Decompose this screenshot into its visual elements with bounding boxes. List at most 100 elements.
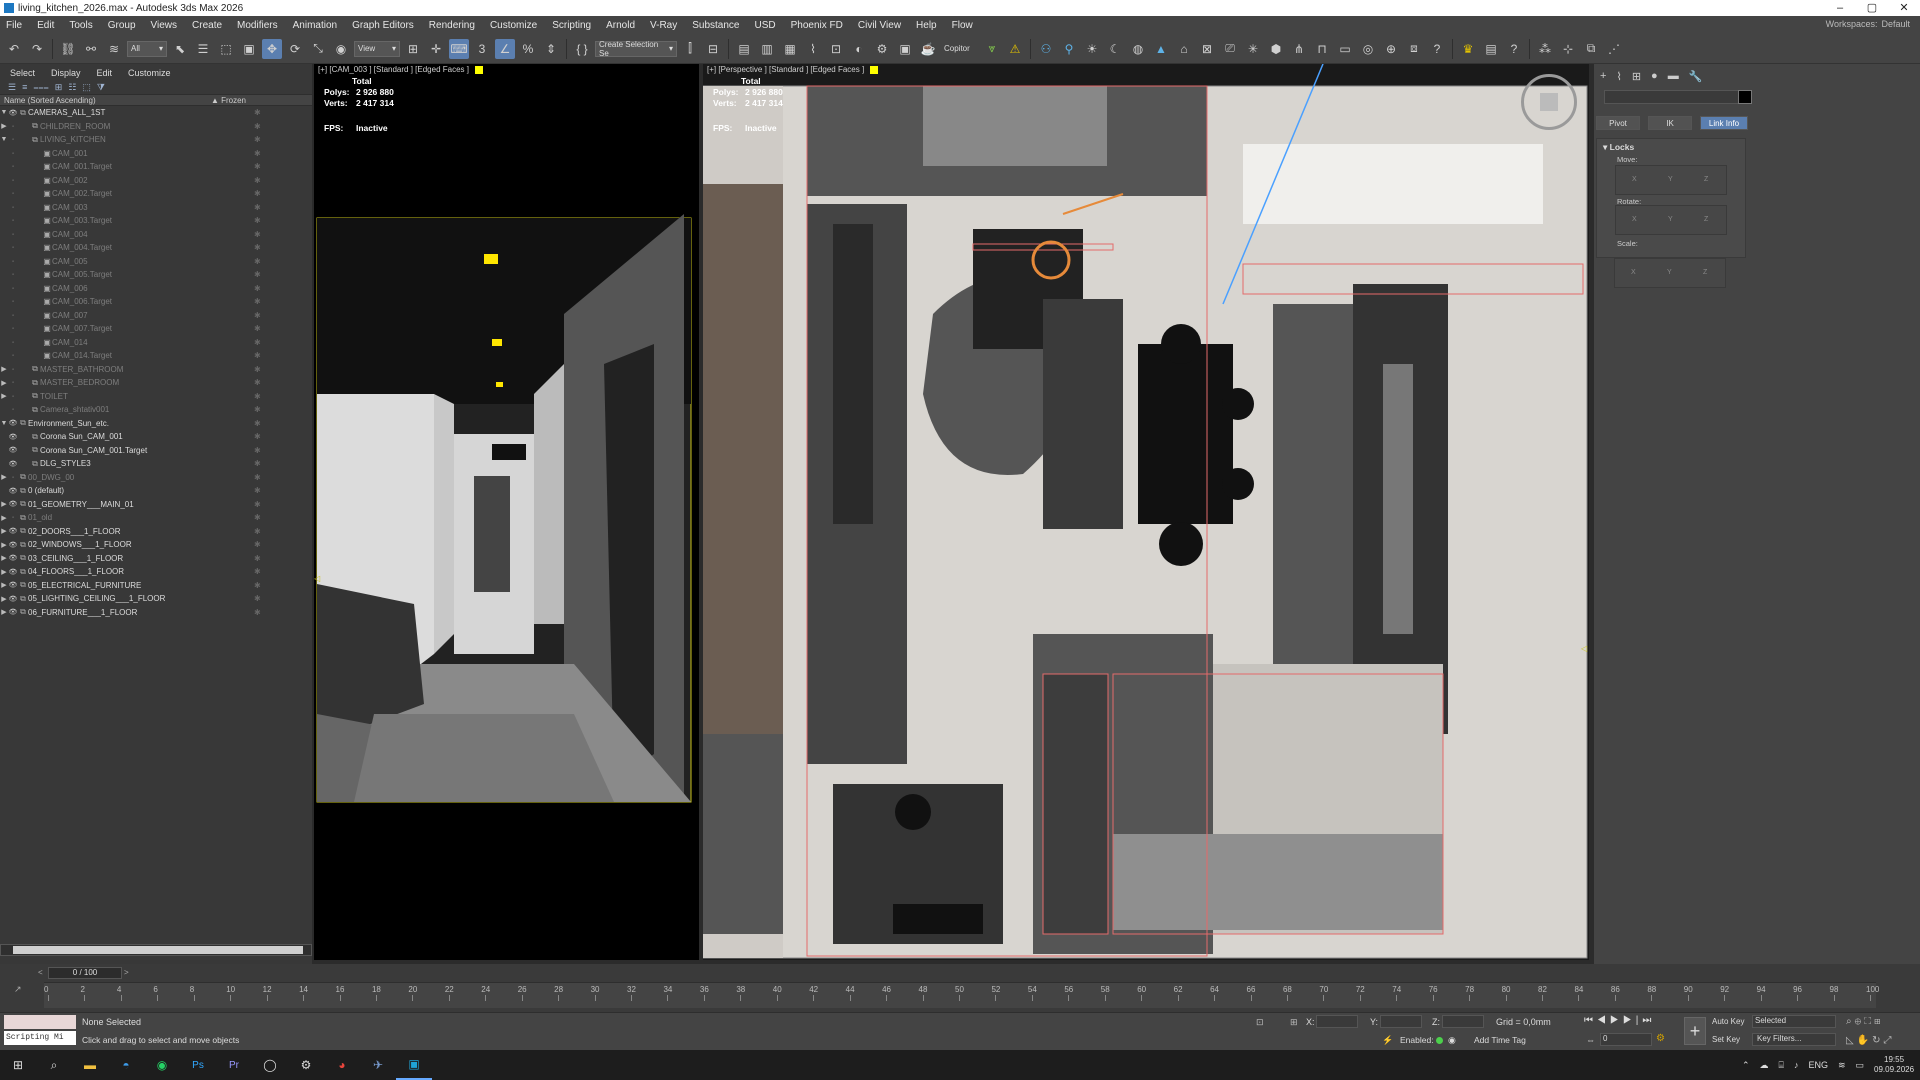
cloud-icon[interactable]: ☁ — [1760, 1060, 1769, 1071]
snap-3d-icon[interactable]: 3 — [472, 39, 492, 59]
layer-row[interactable]: ▶ · ⧉ CHILDREN_ROOM ✱ — [0, 120, 312, 134]
freeze-toggle-icon[interactable]: ✱ — [254, 567, 261, 576]
visibility-eye-icon[interactable]: 👁 — [8, 568, 18, 576]
freeze-toggle-icon[interactable]: ✱ — [254, 594, 261, 603]
layer-explorer-icon[interactable]: ▥ — [757, 39, 777, 59]
freeze-toggle-icon[interactable]: ✱ — [254, 405, 261, 414]
maxscript-mini-listener[interactable]: Scripting Mi — [4, 1031, 76, 1045]
viewcube-icon[interactable] — [1540, 93, 1558, 111]
hidden-icon[interactable]: · — [8, 190, 18, 197]
select-move-icon[interactable]: ✥ — [262, 38, 282, 59]
hierarchy-tab-icon[interactable]: ⊞ — [1632, 70, 1641, 83]
layer-row[interactable]: ▶ · ⧉ TOILET ✱ — [0, 390, 312, 404]
name-column-header[interactable]: Name (Sorted Ascending) — [4, 96, 96, 105]
explorer-tab-display[interactable]: Display — [51, 68, 81, 78]
premiere-icon[interactable]: Pr — [216, 1050, 252, 1080]
maximize-button[interactable]: ▢ — [1856, 0, 1888, 16]
freeze-toggle-icon[interactable]: ✱ — [254, 230, 261, 239]
move-lock-z[interactable]: Z — [1704, 176, 1708, 183]
viewport-perspective-label[interactable]: [+] [Perspective ] [Standard ] [Edged Fa… — [707, 65, 879, 74]
freeze-toggle-icon[interactable]: ✱ — [254, 513, 261, 522]
expand-arrow-icon[interactable]: ▶ — [0, 554, 8, 562]
vray-tools-icon[interactable]: ⚇ — [1036, 39, 1056, 59]
expand-arrow-icon[interactable]: ▼ — [0, 136, 8, 143]
freeze-toggle-icon[interactable]: ✱ — [254, 122, 261, 131]
ik-button[interactable]: IK — [1648, 116, 1692, 130]
freeze-toggle-icon[interactable]: ✱ — [254, 473, 261, 482]
prev-frame-icon[interactable]: ◀ — [1597, 1015, 1610, 1026]
language-indicator[interactable]: ENG — [1808, 1060, 1828, 1070]
expand-arrow-icon[interactable]: ▶ — [0, 122, 8, 130]
whatsapp-icon[interactable]: ◉ — [144, 1050, 180, 1080]
expand-arrow-icon[interactable]: ▶ — [0, 500, 8, 508]
spinner-snap-icon[interactable]: ⇕ — [541, 39, 561, 59]
hidden-icon[interactable]: · — [8, 298, 18, 305]
3ds-max-taskbar-icon[interactable]: ▣ — [396, 1050, 432, 1080]
workspaces[interactable]: Workspaces: Default — [1826, 19, 1910, 29]
freeze-toggle-icon[interactable]: ✱ — [254, 419, 261, 428]
go-to-end-icon[interactable]: ⏭ — [1642, 1015, 1655, 1026]
visibility-eye-icon[interactable]: 👁 — [8, 595, 18, 603]
visibility-eye-icon[interactable]: 👁 — [8, 581, 18, 589]
expand-arrow-icon[interactable]: ▼ — [0, 420, 8, 427]
vray-scatter-icon[interactable]: ✳ — [1243, 39, 1263, 59]
viewport-camera[interactable]: [+] [CAM_003 ] [Standard ] [Edged Faces … — [314, 64, 699, 960]
move-axis-icon[interactable]: ✛ — [426, 39, 446, 59]
minimize-button[interactable]: – — [1824, 0, 1856, 16]
menu-flow[interactable]: Flow — [952, 20, 973, 31]
move-lock-y[interactable]: Y — [1668, 176, 1673, 183]
menu-rendering[interactable]: Rendering — [429, 20, 475, 31]
hidden-icon[interactable]: · — [8, 231, 18, 238]
window-crossing-icon[interactable]: ▣ — [239, 39, 259, 59]
object-color-swatch[interactable] — [1738, 90, 1752, 104]
select-by-name-icon[interactable]: ☰ — [193, 39, 213, 59]
hidden-icon[interactable]: · — [8, 150, 18, 157]
network-icon[interactable]: ⌸ — [1779, 1060, 1784, 1071]
time-slider-next-icon[interactable]: > — [124, 968, 129, 977]
layer-row[interactable]: ▶ 👁 ⧉ 04_FLOORS___1_FLOOR ✱ — [0, 565, 312, 579]
settings-icon[interactable]: ⚙ — [288, 1050, 324, 1080]
layer-row[interactable]: ▶ · ⧉ MASTER_BATHROOM ✱ — [0, 363, 312, 377]
layer-row[interactable]: 👁 ⧉ Corona Sun_CAM_001 ✱ — [0, 430, 312, 444]
layer-row[interactable]: ▶ 👁 ⧉ 01_GEOMETRY___MAIN_01 ✱ — [0, 498, 312, 512]
freeze-toggle-icon[interactable]: ✱ — [254, 324, 261, 333]
visibility-eye-icon[interactable]: 👁 — [8, 554, 18, 562]
x-coordinate-field[interactable] — [1316, 1015, 1358, 1028]
key-mode-icon[interactable]: ⇔ — [1586, 1035, 1595, 1045]
add-time-tag[interactable]: Add Time Tag — [1474, 1035, 1526, 1045]
ref-coord-dropdown[interactable]: View ▾ — [354, 40, 400, 57]
hidden-icon[interactable]: · — [8, 312, 18, 319]
layer-row[interactable]: · ▣ CAM_007.Target ✱ — [0, 322, 312, 336]
freeze-toggle-icon[interactable]: ✱ — [254, 135, 261, 144]
visibility-eye-icon[interactable]: 👁 — [8, 527, 18, 535]
z-coordinate-field[interactable] — [1442, 1015, 1484, 1028]
visibility-eye-icon[interactable]: 👁 — [8, 446, 18, 454]
pan-icon[interactable]: ✋ — [1857, 1035, 1872, 1046]
help-icon[interactable]: ? — [1427, 39, 1447, 59]
layer-row[interactable]: · ▣ CAM_003 ✱ — [0, 201, 312, 215]
freeze-toggle-icon[interactable]: ✱ — [254, 554, 261, 563]
zoom-icon[interactable]: ⌕ — [1846, 1016, 1855, 1027]
layer-row[interactable]: 👁 ⧉ 0 (default) ✱ — [0, 484, 312, 498]
object-name-field[interactable] — [1604, 90, 1752, 104]
layer-row[interactable]: 👁 ⧉ Corona Sun_CAM_001.Target ✱ — [0, 444, 312, 458]
hidden-icon[interactable]: · — [8, 163, 18, 170]
time-config-icon[interactable]: ⚙ — [1656, 1033, 1665, 1044]
layer-icon[interactable]: ☰ — [8, 82, 16, 92]
pivot-button[interactable]: Pivot — [1596, 116, 1640, 130]
freeze-toggle-icon[interactable]: ✱ — [254, 608, 261, 617]
edit-named-selection-icon[interactable]: { } — [572, 39, 592, 59]
scale-lock-z[interactable]: Z — [1703, 269, 1707, 276]
layer-row[interactable]: ▼ 👁 ⧉ CAMERAS_ALL_1ST ✱ — [0, 106, 312, 120]
freeze-toggle-icon[interactable]: ✱ — [254, 500, 261, 509]
corona-help-icon[interactable]: ? — [1504, 39, 1524, 59]
visibility-eye-icon[interactable]: 👁 — [8, 541, 18, 549]
render-setup-icon[interactable]: ⚙ — [872, 39, 892, 59]
scatter-icon[interactable]: ⋰ — [1604, 39, 1624, 59]
undo-icon[interactable]: ↶ — [4, 39, 24, 59]
hidden-icon[interactable]: · — [8, 366, 18, 373]
link-info-button[interactable]: Link Info — [1700, 116, 1748, 130]
add-layer-icon[interactable]: ≡ — [22, 82, 27, 92]
time-slider-prev-icon[interactable]: < — [38, 968, 43, 977]
layer-row[interactable]: · ▣ CAM_005 ✱ — [0, 255, 312, 269]
